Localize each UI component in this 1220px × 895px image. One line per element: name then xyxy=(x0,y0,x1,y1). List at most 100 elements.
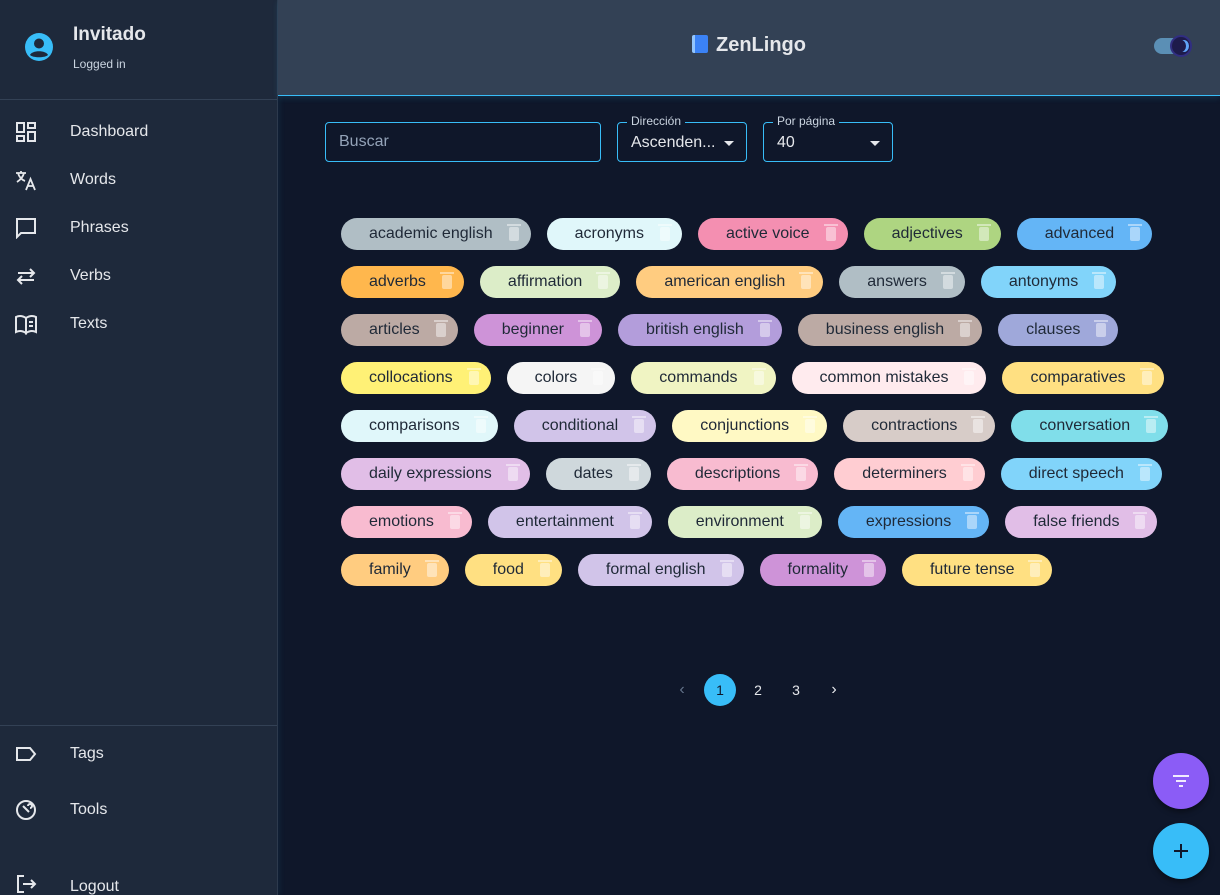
tag-chip[interactable]: comparatives xyxy=(1002,362,1164,394)
tag-chip[interactable]: affirmation xyxy=(479,266,621,298)
trash-icon[interactable] xyxy=(1128,224,1143,241)
trash-icon[interactable] xyxy=(506,224,521,241)
trash-icon[interactable] xyxy=(439,272,454,289)
trash-icon[interactable] xyxy=(1094,320,1109,337)
tag-chip[interactable]: dates xyxy=(545,458,651,490)
tag-chip[interactable]: colors xyxy=(506,362,616,394)
trash-icon[interactable] xyxy=(962,368,977,385)
prev-page-icon[interactable]: ‹ xyxy=(666,674,698,706)
tag-chip[interactable]: commands xyxy=(631,362,776,394)
tag-chip[interactable]: academic english xyxy=(341,218,531,250)
trash-icon[interactable] xyxy=(1137,464,1152,481)
trash-icon[interactable] xyxy=(433,320,448,337)
nav-item-dashboard[interactable]: Dashboard xyxy=(0,108,277,156)
trash-icon[interactable] xyxy=(751,368,766,385)
trash-icon[interactable] xyxy=(657,224,672,241)
trash-icon[interactable] xyxy=(965,512,980,529)
tag-chip[interactable]: formal english xyxy=(577,554,744,586)
tag-chip[interactable]: british english xyxy=(617,314,782,346)
tag-chip[interactable]: adjectives xyxy=(863,218,1001,250)
next-page-icon[interactable]: › xyxy=(818,674,850,706)
tag-chip[interactable]: active voice xyxy=(697,218,848,250)
trash-icon[interactable] xyxy=(757,320,772,337)
trash-icon[interactable] xyxy=(803,416,818,433)
trash-icon[interactable] xyxy=(940,272,955,289)
trash-icon[interactable] xyxy=(719,560,734,577)
tag-chip[interactable]: direct speech xyxy=(1000,458,1162,490)
tag-chip[interactable]: articles xyxy=(341,314,458,346)
trash-icon[interactable] xyxy=(466,368,481,385)
tag-chip[interactable]: descriptions xyxy=(666,458,819,490)
tag-chip[interactable]: business english xyxy=(797,314,983,346)
trash-icon[interactable] xyxy=(960,464,975,481)
nav-item-words[interactable]: Words xyxy=(0,156,277,204)
nav-item-tags[interactable]: Tags xyxy=(0,726,277,782)
tag-chip[interactable]: answers xyxy=(839,266,965,298)
tag-chip[interactable]: determiners xyxy=(834,458,985,490)
trash-icon[interactable] xyxy=(1139,368,1154,385)
trash-icon[interactable] xyxy=(627,512,642,529)
trash-icon[interactable] xyxy=(794,464,809,481)
trash-icon[interactable] xyxy=(1028,560,1043,577)
trash-icon[interactable] xyxy=(505,464,520,481)
filter-fab[interactable] xyxy=(1153,753,1209,809)
trash-icon[interactable] xyxy=(626,464,641,481)
direction-select[interactable]: Dirección Ascenden... xyxy=(617,114,747,162)
trash-icon[interactable] xyxy=(632,416,647,433)
tag-chip[interactable]: environment xyxy=(667,506,822,538)
account-circle-icon[interactable] xyxy=(24,32,54,62)
tag-chip[interactable]: contractions xyxy=(843,410,996,442)
trash-icon[interactable] xyxy=(971,416,986,433)
page-1-button[interactable]: 1 xyxy=(704,674,736,706)
tag-chip[interactable]: emotions xyxy=(341,506,472,538)
trash-icon[interactable] xyxy=(1092,272,1107,289)
trash-icon[interactable] xyxy=(799,272,814,289)
trash-icon[interactable] xyxy=(1144,416,1159,433)
tag-chip[interactable]: daily expressions xyxy=(341,458,530,490)
trash-icon[interactable] xyxy=(591,368,606,385)
trash-icon[interactable] xyxy=(958,320,973,337)
trash-icon[interactable] xyxy=(976,224,991,241)
tag-chip[interactable]: conditional xyxy=(513,410,657,442)
nav-item-phrases[interactable]: Phrases xyxy=(0,204,277,252)
trash-icon[interactable] xyxy=(823,224,838,241)
trash-icon[interactable] xyxy=(1133,512,1148,529)
tag-chip[interactable]: antonyms xyxy=(980,266,1117,298)
tag-chip[interactable]: common mistakes xyxy=(791,362,987,394)
tag-chip[interactable]: entertainment xyxy=(487,506,652,538)
theme-toggle[interactable] xyxy=(1154,35,1192,57)
tag-chip[interactable]: acronyms xyxy=(546,218,682,250)
tag-chip[interactable]: collocations xyxy=(341,362,491,394)
nav-item-texts[interactable]: Texts xyxy=(0,300,277,348)
tag-chip[interactable]: beginner xyxy=(473,314,602,346)
tag-chip[interactable]: conjunctions xyxy=(672,410,828,442)
tag-chip[interactable]: future tense xyxy=(901,554,1053,586)
add-tag-fab[interactable] xyxy=(1153,823,1209,879)
tag-chip[interactable]: expressions xyxy=(837,506,990,538)
tag-chip[interactable]: formality xyxy=(759,554,886,586)
tag-chip[interactable]: advanced xyxy=(1016,218,1153,250)
trash-icon[interactable] xyxy=(861,560,876,577)
trash-icon[interactable] xyxy=(797,512,812,529)
search-input[interactable] xyxy=(325,122,601,162)
trash-icon[interactable] xyxy=(473,416,488,433)
tag-chip[interactable]: clauses xyxy=(998,314,1119,346)
tag-chip[interactable]: comparisons xyxy=(341,410,498,442)
per-page-select[interactable]: Por página 40 xyxy=(763,114,893,162)
trash-icon[interactable] xyxy=(447,512,462,529)
nav-item-logout[interactable]: Logout xyxy=(0,838,277,895)
tag-chip[interactable]: family xyxy=(341,554,449,586)
tag-chip[interactable]: conversation xyxy=(1011,410,1169,442)
nav-item-tools[interactable]: Tools xyxy=(0,782,277,838)
trash-icon[interactable] xyxy=(537,560,552,577)
tag-chip[interactable]: false friends xyxy=(1005,506,1158,538)
tag-chip[interactable]: american english xyxy=(636,266,824,298)
tag-chip[interactable]: adverbs xyxy=(341,266,464,298)
nav-item-verbs[interactable]: Verbs xyxy=(0,252,277,300)
tag-chip[interactable]: food xyxy=(464,554,562,586)
page-3-button[interactable]: 3 xyxy=(780,674,812,706)
trash-icon[interactable] xyxy=(577,320,592,337)
trash-icon[interactable] xyxy=(596,272,611,289)
trash-icon[interactable] xyxy=(424,560,439,577)
page-2-button[interactable]: 2 xyxy=(742,674,774,706)
